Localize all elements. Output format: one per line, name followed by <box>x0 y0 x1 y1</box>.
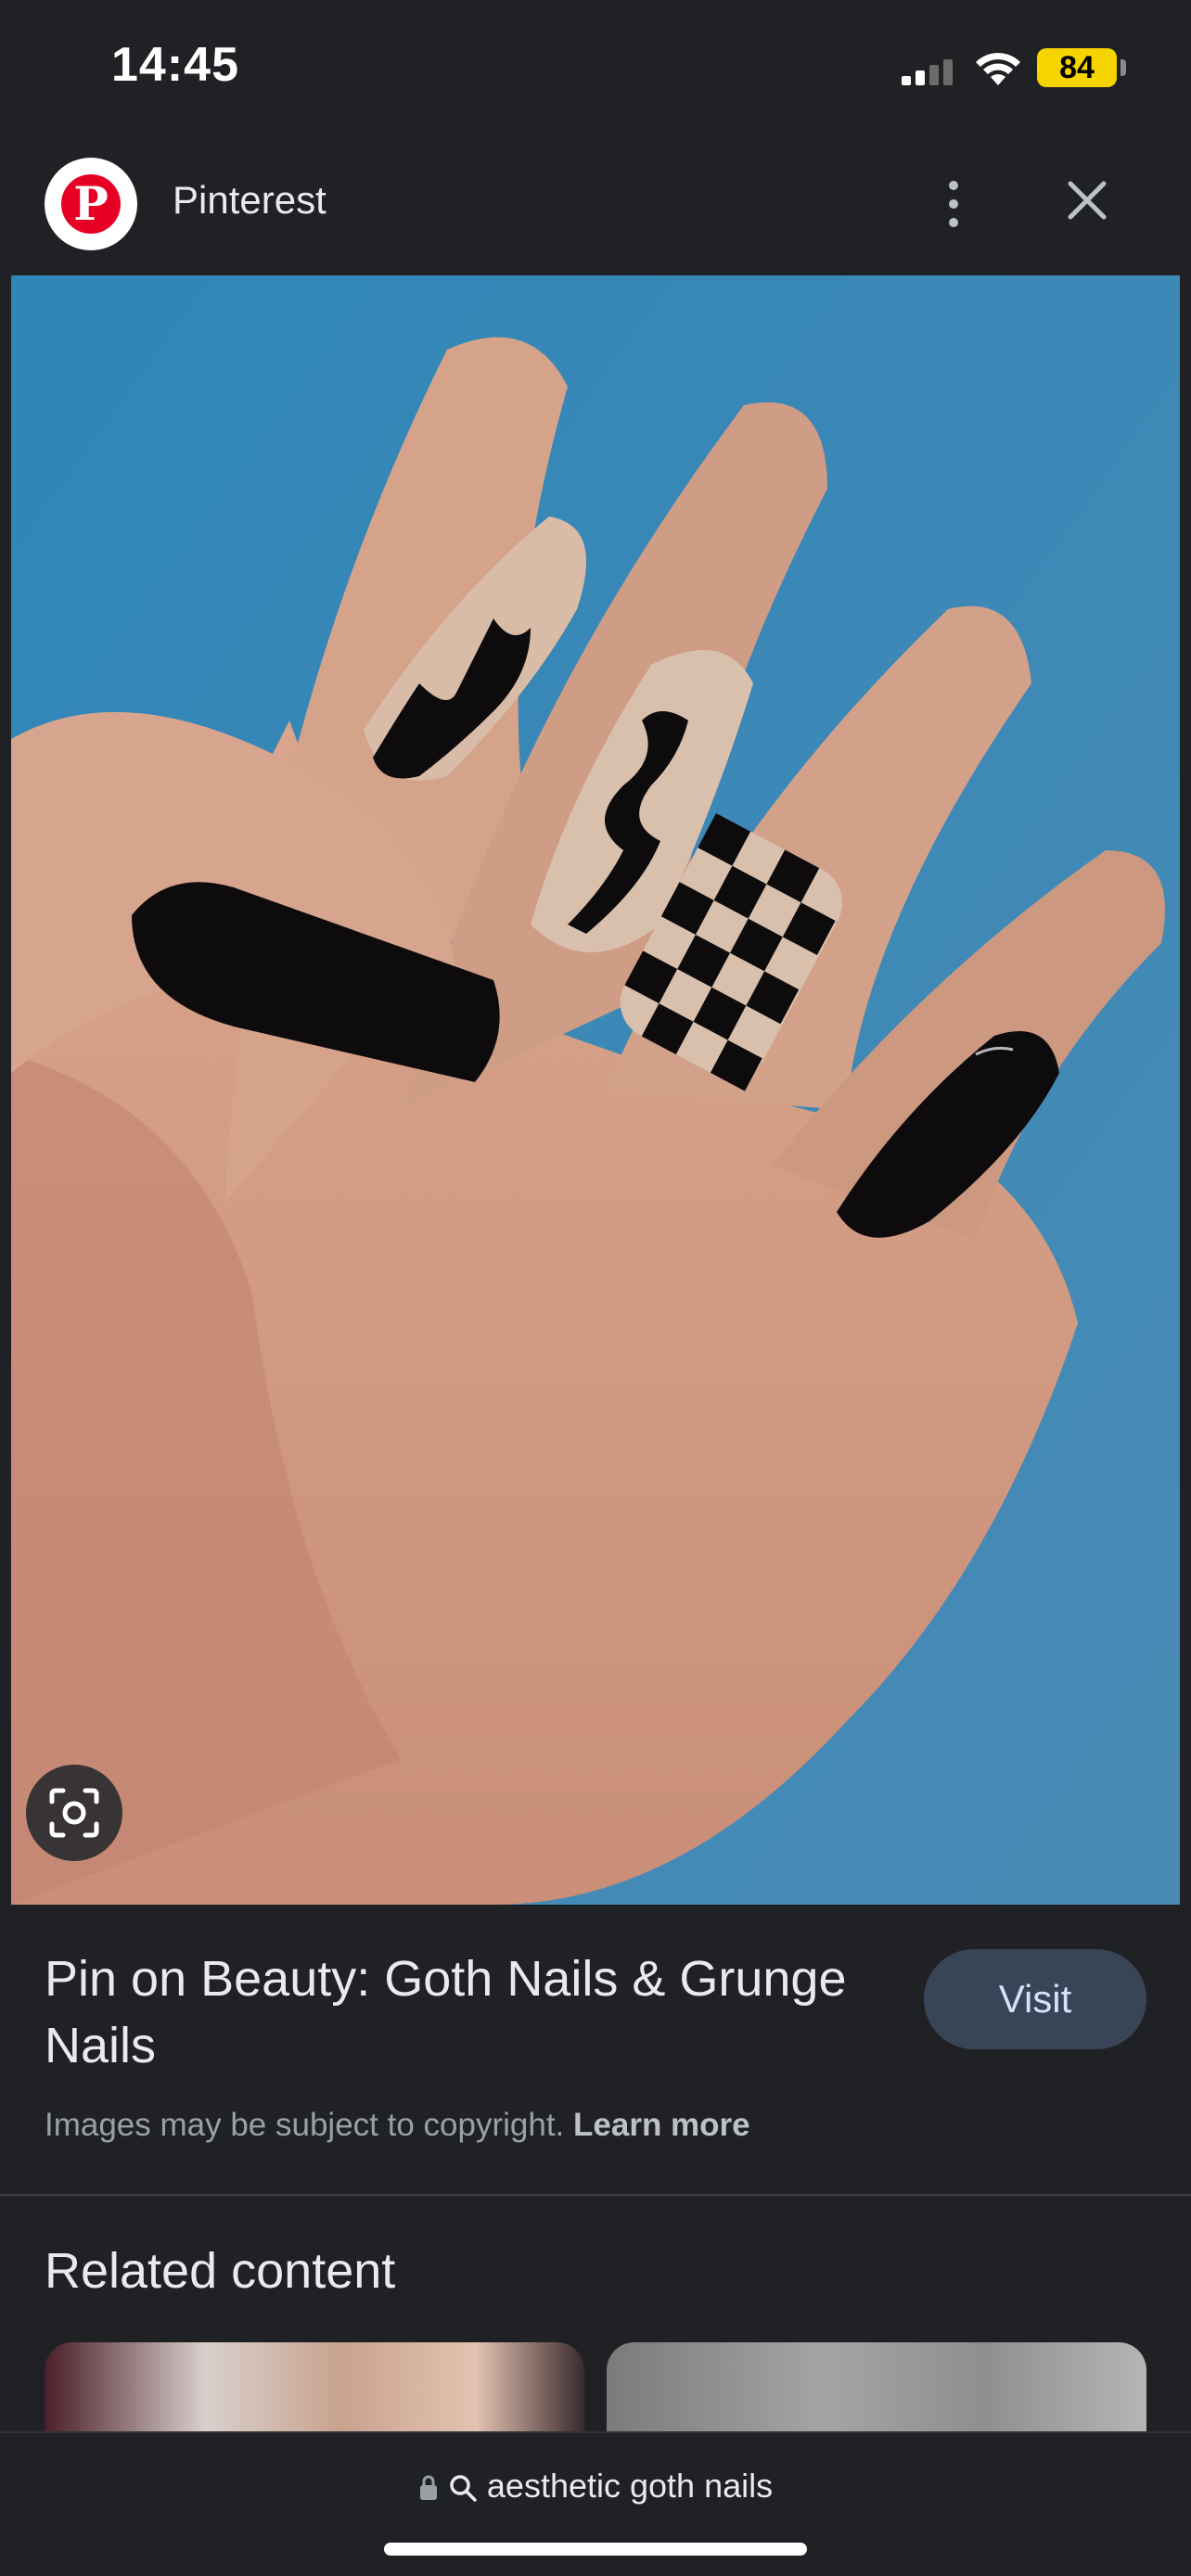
related-thumbnail[interactable] <box>45 2342 584 2435</box>
google-lens-icon[interactable] <box>26 1765 122 1861</box>
nails-photo-illustration <box>11 275 1180 1905</box>
pin-title[interactable]: Pin on Beauty: Goth Nails & Grunge Nails <box>45 1945 898 2079</box>
close-icon[interactable] <box>1057 171 1117 230</box>
site-name[interactable]: Pinterest <box>173 178 327 223</box>
result-image[interactable] <box>11 275 1180 1905</box>
pinterest-logo-icon[interactable]: P <box>45 158 137 250</box>
related-content-heading: Related content <box>45 2243 396 2299</box>
copyright-notice: Images may be subject to copyright. Lear… <box>45 2107 750 2144</box>
more-options-icon[interactable] <box>928 167 980 241</box>
address-bar[interactable]: aesthetic goth nails <box>0 2431 1191 2576</box>
divider <box>0 2194 1191 2196</box>
battery-tip <box>1121 59 1126 76</box>
learn-more-link[interactable]: Learn more <box>573 2107 750 2143</box>
status-time: 14:45 <box>111 38 239 92</box>
status-bar: 14:45 84 <box>0 0 1191 139</box>
lock-icon <box>419 2476 437 2501</box>
search-query: aesthetic goth nails <box>486 2467 774 2505</box>
copyright-text: Images may be subject to copyright. <box>45 2107 565 2143</box>
wifi-icon <box>976 53 1020 85</box>
visit-button[interactable]: Visit <box>924 1949 1146 2049</box>
result-header: P Pinterest <box>0 148 1191 269</box>
home-indicator[interactable] <box>384 2543 807 2556</box>
search-icon <box>450 2475 477 2503</box>
battery-indicator: 84 <box>1037 48 1117 87</box>
related-thumbnail[interactable] <box>607 2342 1146 2435</box>
address-bar-content[interactable]: aesthetic goth nails <box>0 2467 1191 2506</box>
cellular-signal-icon <box>902 59 953 85</box>
